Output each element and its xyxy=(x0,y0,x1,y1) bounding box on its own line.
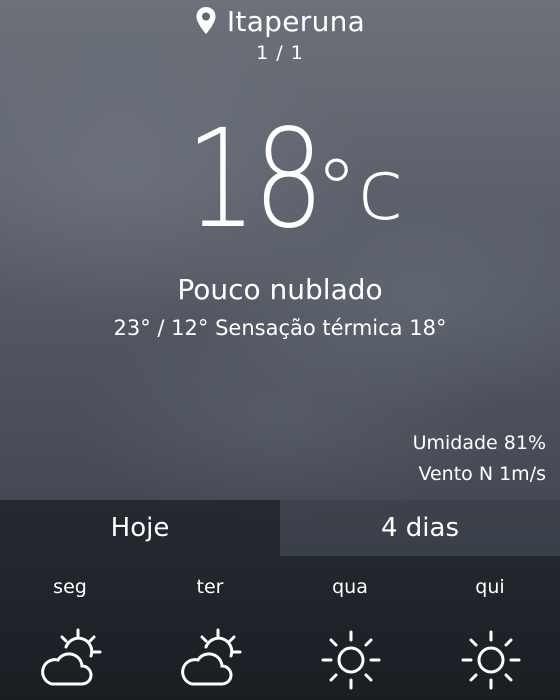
wind-label: Vento N xyxy=(418,463,494,485)
tab-today[interactable]: Hoje xyxy=(0,500,280,556)
min-max-temperature: 23° / 12° xyxy=(113,316,209,340)
tab-4-days[interactable]: 4 dias xyxy=(280,500,560,556)
humidity-label: Umidade xyxy=(412,432,498,454)
weather-condition: Pouco nublado xyxy=(177,273,383,306)
partly-cloudy-icon xyxy=(41,628,102,686)
forecast-day-label: seg xyxy=(53,576,87,598)
sunny-icon xyxy=(461,630,521,690)
forecast-day[interactable]: qua xyxy=(280,556,420,700)
forecast-day[interactable]: ter xyxy=(140,556,280,700)
forecast-day-label: ter xyxy=(196,576,224,598)
city-name: Itaperuna xyxy=(226,4,366,38)
location-header[interactable]: Itaperuna xyxy=(0,2,560,40)
wind-row: Vento N 1m/s xyxy=(413,459,546,490)
forecast-day-label: qui xyxy=(475,576,505,598)
min-max-feels-like: 23° / 12° Sensação térmica 18° xyxy=(0,316,560,340)
humidity-value: 81% xyxy=(503,432,546,454)
sunny-icon xyxy=(321,630,381,690)
weather-details: Umidade 81% Vento N 1m/s xyxy=(413,428,546,490)
forecast-day[interactable]: seg xyxy=(0,556,140,700)
feels-like-value: 18° xyxy=(409,316,447,340)
location-pin-icon xyxy=(196,7,216,34)
wind-value: 1m/s xyxy=(499,463,546,485)
feels-like-label: Sensação térmica xyxy=(215,316,403,340)
current-temperature: 18 °c xyxy=(0,110,560,250)
forecast-day-label: qua xyxy=(332,576,368,598)
page-indicator: 1 / 1 xyxy=(256,42,304,64)
partly-cloudy-icon xyxy=(181,628,242,686)
forecast-tabs: Hoje 4 dias xyxy=(0,500,560,556)
humidity-row: Umidade 81% xyxy=(413,428,546,459)
forecast-day[interactable]: qui xyxy=(420,556,560,700)
temperature-unit: °c xyxy=(315,141,404,239)
temperature-value: 18 xyxy=(186,101,325,259)
forecast-panel: seg ter qua qui xyxy=(0,556,560,700)
